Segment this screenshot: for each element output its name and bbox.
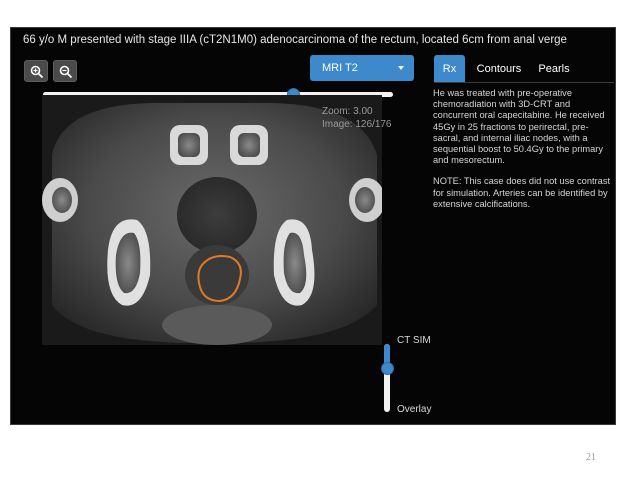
page-number: 21 <box>586 452 596 463</box>
rx-panel: He was treated with pre-operative chemor… <box>433 88 611 220</box>
zoom-label: Zoom: 3.00 <box>322 106 373 117</box>
blend-slider-bottom-label: Overlay <box>397 404 432 415</box>
blend-slider-top-label: CT SIM <box>397 335 431 346</box>
case-title: 66 y/o M presented with stage IIIA (cT2N… <box>23 34 567 46</box>
zoom-in-button[interactable] <box>24 60 48 82</box>
tab-rx[interactable]: Rx <box>434 55 465 82</box>
rx-note-paragraph: NOTE: This case does did not use contras… <box>433 176 611 209</box>
case-viewer-window: 66 y/o M presented with stage IIIA (cT2N… <box>10 27 616 425</box>
image-index-label: Image: 126/176 <box>322 119 392 130</box>
info-tabs: Rx Contours Pearls <box>434 55 614 83</box>
tab-contours[interactable]: Contours <box>472 55 526 82</box>
blend-slider-thumb[interactable] <box>381 361 394 375</box>
mri-image-viewer[interactable] <box>42 95 382 345</box>
rectum-contour[interactable] <box>42 95 382 345</box>
tab-pearls[interactable]: Pearls <box>530 55 578 82</box>
series-select[interactable]: MRI T2 <box>310 55 414 81</box>
zoom-out-icon <box>59 65 73 79</box>
rx-treatment-paragraph: He was treated with pre-operative chemor… <box>433 88 605 166</box>
zoom-in-icon <box>30 65 44 79</box>
zoom-out-button[interactable] <box>53 60 77 82</box>
chevron-down-icon <box>398 66 404 70</box>
zoom-readout: Zoom: 3.00 Image: 126/176 <box>322 105 392 131</box>
series-select-value: MRI T2 <box>322 62 358 74</box>
